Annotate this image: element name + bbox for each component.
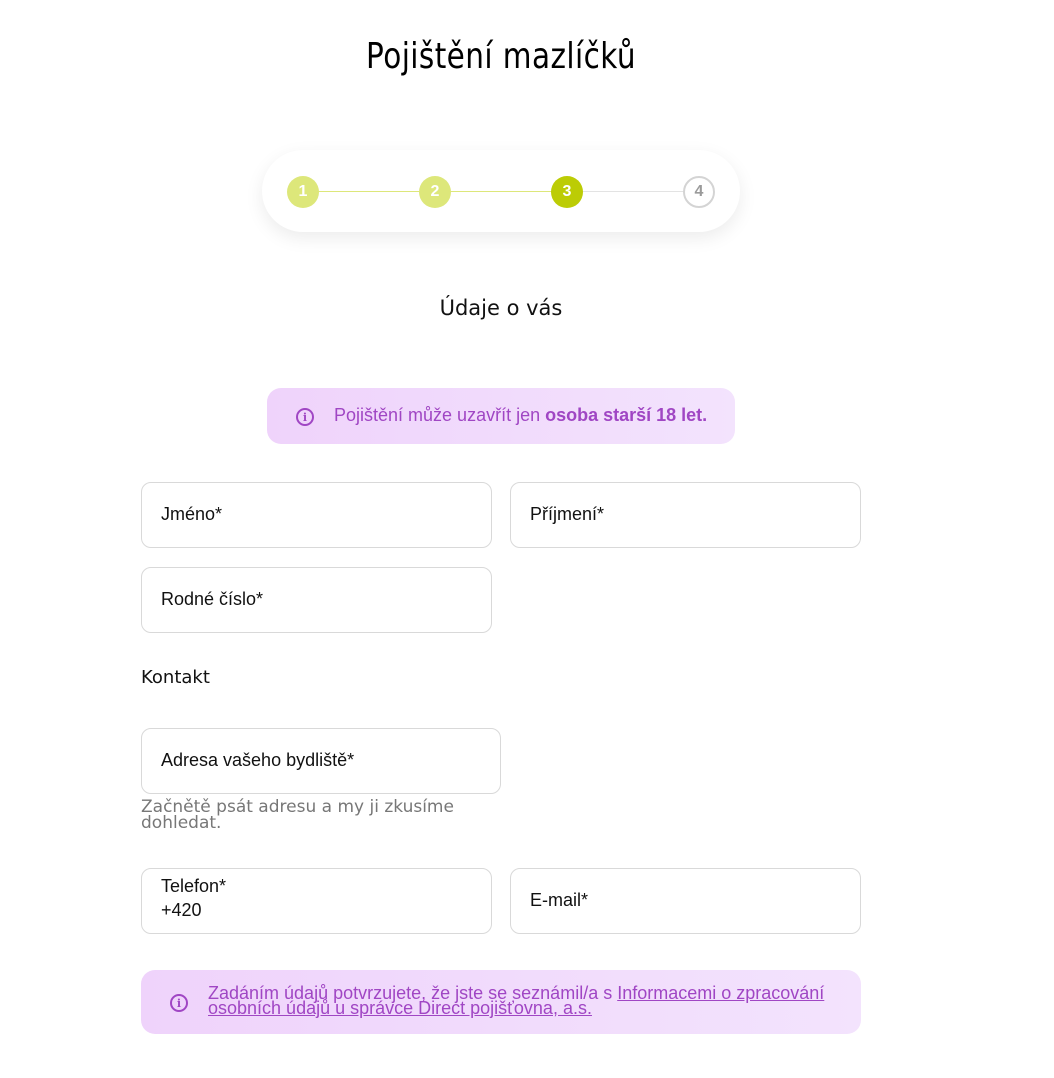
birth-number-label: Rodné číslo* — [161, 589, 264, 609]
info-icon: i — [170, 994, 188, 1012]
first-name-label: Jméno* — [161, 504, 223, 524]
email-field[interactable]: E-mail* — [510, 868, 861, 934]
section-title: Údaje o vás — [439, 296, 563, 320]
email-label: E-mail* — [530, 890, 589, 910]
last-name-field[interactable]: Příjmení* — [510, 482, 861, 548]
step-connector-2-3 — [450, 191, 554, 192]
step-4: 4 — [683, 176, 715, 208]
step-connector-3-4 — [582, 191, 686, 192]
address-field[interactable]: Adresa vašeho bydliště* — [141, 728, 501, 794]
step-3-active[interactable]: 3 — [551, 176, 583, 208]
page-title: Pojištění mazlíčků — [366, 36, 636, 77]
age-notice-text: Pojištění může uzavřít jen osoba starší … — [334, 405, 707, 426]
phone-label: Telefon* — [161, 876, 227, 896]
phone-field[interactable]: Telefon* +420 — [141, 868, 492, 934]
step-2[interactable]: 2 — [419, 176, 451, 208]
step-connector-1-2 — [318, 191, 422, 192]
phone-value: +420 — [161, 900, 202, 920]
birth-number-field[interactable]: Rodné číslo* — [141, 567, 492, 633]
consent-text: Zadáním údajů potvrzujete, že jste se se… — [208, 984, 848, 1017]
last-name-label: Příjmení* — [530, 504, 605, 524]
address-label: Adresa vašeho bydliště* — [161, 750, 355, 770]
consent-notice: i Zadáním údajů potvrzujete, že jste se … — [141, 970, 861, 1034]
step-1[interactable]: 1 — [287, 176, 319, 208]
age-notice: i Pojištění může uzavřít jen osoba starš… — [267, 388, 735, 444]
progress-stepper: 1 2 3 4 — [262, 150, 740, 232]
address-hint: Začnětě psát adresu a my ji zkusíme dohl… — [141, 797, 454, 833]
contact-heading: Kontakt — [141, 667, 210, 688]
age-notice-regular: Pojištění může uzavřít jen — [334, 405, 546, 425]
age-notice-bold: osoba starší 18 let. — [545, 405, 708, 425]
first-name-field[interactable]: Jméno* — [141, 482, 492, 548]
info-icon: i — [296, 408, 314, 426]
